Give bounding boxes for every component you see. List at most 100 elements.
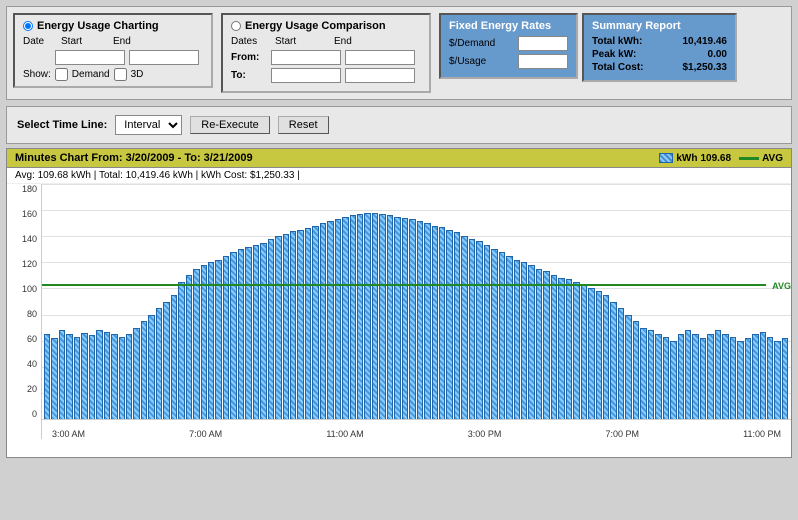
x-label-0: 3:00 AM: [52, 429, 85, 439]
bar-35: [305, 228, 311, 419]
bar-36: [312, 226, 318, 419]
usage-rate-label: $/Usage: [449, 56, 514, 67]
kwh-legend-box: [659, 153, 673, 163]
from-start-input[interactable]: 2/1/2009: [271, 50, 341, 65]
kwh-legend-label: kWh: [676, 153, 697, 164]
bar-33: [290, 231, 296, 419]
bar-98: [774, 341, 780, 419]
comp-start-label: Start: [275, 36, 330, 47]
bar-79: [633, 321, 639, 419]
bar-6: [89, 335, 95, 419]
comp-end-label: End: [334, 36, 362, 47]
bar-29: [260, 243, 266, 419]
kwh-legend: kWh 109.68: [659, 153, 731, 164]
bar-10: [119, 337, 125, 419]
bar-22: [208, 262, 214, 419]
bar-5: [81, 333, 87, 419]
bar-27: [245, 247, 251, 419]
end-date-input[interactable]: 3/20/2009: [129, 50, 199, 65]
comparison-label: Energy Usage Comparison: [245, 20, 386, 32]
bar-77: [618, 308, 624, 419]
bar-81: [648, 330, 654, 419]
to-start-input[interactable]: 3/1/2009: [271, 68, 341, 83]
bar-31: [275, 236, 281, 419]
bar-89: [707, 334, 713, 419]
bar-52: [432, 226, 438, 419]
kwh-legend-value: 109.68: [700, 153, 731, 164]
comparison-title: Energy Usage Comparison: [231, 20, 421, 32]
threed-checkbox[interactable]: [114, 68, 127, 81]
x-axis: 3:00 AM7:00 AM11:00 AM3:00 PM7:00 PM11:0…: [42, 419, 791, 439]
bar-90: [715, 330, 721, 419]
threed-label: 3D: [131, 69, 144, 80]
bar-88: [700, 338, 706, 419]
usage-rate-row: $/Usage 0.12: [449, 54, 568, 69]
timeline-select[interactable]: Interval: [115, 115, 182, 135]
bar-39: [335, 219, 341, 419]
date-header-row: Date Start End: [23, 36, 203, 47]
from-row: From: 2/1/2009 2/28/2009: [231, 50, 421, 65]
avg-legend: AVG: [739, 153, 783, 164]
bar-85: [678, 334, 684, 419]
bar-1: [51, 338, 57, 419]
bar-53: [439, 227, 445, 419]
bar-20: [193, 269, 199, 419]
x-label-3: 3:00 PM: [468, 429, 502, 439]
y-label-140: 140: [11, 234, 37, 244]
y-label-120: 120: [11, 259, 37, 269]
total-kwh-row: Total kWh: 10,419.46: [592, 36, 727, 47]
bar-49: [409, 219, 415, 419]
bar-68: [551, 275, 557, 419]
to-end-input[interactable]: 3/28/2009: [345, 68, 415, 83]
y-label-100: 100: [11, 284, 37, 294]
avg-legend-line: [739, 157, 759, 160]
demand-checkbox[interactable]: [55, 68, 68, 81]
summary-title: Summary Report: [592, 20, 727, 32]
bar-38: [327, 221, 333, 419]
total-cost-value: $1,250.33: [683, 62, 728, 73]
bar-93: [737, 341, 743, 419]
bar-41: [350, 215, 356, 419]
bar-56: [461, 236, 467, 419]
start-date-input[interactable]: 3/20/2009: [55, 50, 125, 65]
demand-rate-label: $/Demand: [449, 38, 514, 49]
bar-16: [163, 302, 169, 420]
bar-67: [543, 271, 549, 419]
demand-rate-input[interactable]: 15.0: [518, 36, 568, 51]
start-label: Start: [61, 36, 89, 47]
energy-usage-charting-section: Energy Usage Charting Date Start End 3/2…: [13, 13, 213, 88]
bar-13: [141, 321, 147, 419]
bar-66: [536, 269, 542, 419]
usage-rate-input[interactable]: 0.12: [518, 54, 568, 69]
avg-line: [42, 284, 766, 286]
energy-usage-comparison-section: Energy Usage Comparison Dates Start End …: [221, 13, 431, 93]
bar-42: [357, 214, 363, 419]
bar-46: [387, 215, 393, 419]
fixed-energy-rates-section: Fixed Energy Rates $/Demand 15.0 $/Usage…: [439, 13, 578, 79]
chart-area: AVG 3:00 AM7:00 AM11:00 AM3:00 PM7:00 PM…: [42, 184, 791, 439]
bar-25: [230, 252, 236, 419]
y-axis: kWh 180 160 140 120 100 80 60 40 20 0: [7, 184, 42, 439]
bar-75: [603, 295, 609, 419]
bar-17: [171, 295, 177, 419]
bar-9: [111, 334, 117, 419]
y-label-20: 20: [11, 384, 37, 394]
comparison-radio[interactable]: [231, 21, 241, 31]
x-label-4: 7:00 PM: [605, 429, 639, 439]
charting-label: Energy Usage Charting: [37, 20, 159, 32]
charting-title: Energy Usage Charting: [23, 20, 203, 32]
bar-55: [454, 232, 460, 419]
x-label-2: 11:00 AM: [326, 429, 363, 439]
y-label-180: 180: [11, 184, 37, 194]
bar-60: [491, 249, 497, 419]
total-cost-row: Total Cost: $1,250.33: [592, 62, 727, 73]
reexecute-button[interactable]: Re-Execute: [190, 116, 269, 134]
bar-11: [126, 334, 132, 419]
bar-40: [342, 217, 348, 419]
reset-button[interactable]: Reset: [278, 116, 329, 134]
from-end-input[interactable]: 2/28/2009: [345, 50, 415, 65]
charting-radio[interactable]: [23, 21, 33, 31]
bar-70: [566, 279, 572, 419]
total-kwh-label: Total kWh:: [592, 36, 642, 47]
to-label: To:: [231, 70, 267, 81]
